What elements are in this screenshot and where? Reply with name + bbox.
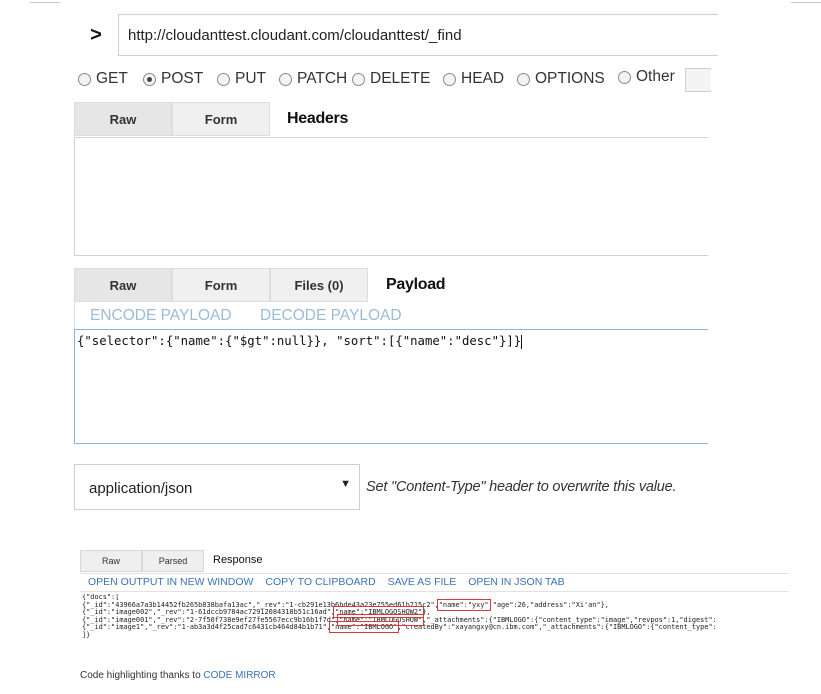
- radio-icon: [443, 72, 456, 86]
- url-bar: >: [74, 14, 718, 56]
- highlighted-name: "name":"IBMLOGOSHOW2": [333, 606, 425, 619]
- tab-payload-raw[interactable]: Raw: [74, 268, 172, 302]
- method-get[interactable]: GET: [78, 66, 128, 92]
- method-other[interactable]: Other: [618, 64, 675, 90]
- headers-tabbar: Raw Form Headers: [74, 102, 708, 136]
- tab-headers-form[interactable]: Form: [172, 102, 270, 136]
- method-put[interactable]: PUT: [217, 66, 266, 92]
- decode-payload-link[interactable]: DECODE PAYLOAD: [260, 307, 402, 325]
- highlighted-name: "name":"yxy": [436, 598, 491, 611]
- tab-headers-raw[interactable]: Raw: [74, 102, 172, 136]
- radio-icon: [279, 72, 292, 86]
- tab-payload-files[interactable]: Files (0): [270, 268, 368, 302]
- payload-tabbar: Raw Form Files (0) Payload: [74, 268, 708, 302]
- payload-editor[interactable]: {"selector":{"name":{"$gt":null}}, "sort…: [74, 329, 708, 444]
- content-type-select[interactable]: application/json ▼: [74, 464, 360, 510]
- encode-payload-link[interactable]: ENCODE PAYLOAD: [90, 307, 232, 325]
- open-output-link[interactable]: OPEN OUTPUT IN NEW WINDOW: [88, 576, 253, 588]
- top-right-divider: [791, 2, 821, 3]
- radio-icon: [352, 72, 365, 86]
- method-delete[interactable]: DELETE: [352, 66, 430, 92]
- url-input[interactable]: [118, 14, 718, 56]
- method-patch[interactable]: PATCH: [279, 66, 347, 92]
- payload-actions: ENCODE PAYLOAD DECODE PAYLOAD: [74, 302, 708, 331]
- save-file-link[interactable]: SAVE AS FILE: [388, 576, 457, 588]
- method-selector: GET POST PUT PATCH DELETE HEAD OPTIONS O…: [78, 66, 718, 92]
- response-code: {"docs":[{"_id":"43966a7a3b14452fb265b83…: [82, 594, 789, 666]
- radio-icon: [78, 72, 91, 86]
- text-cursor: [521, 334, 523, 349]
- method-post[interactable]: POST: [143, 66, 203, 92]
- open-json-tab-link[interactable]: OPEN IN JSON TAB: [468, 576, 564, 588]
- payload-text: {"selector":{"name":{"$gt":null}}, "sort…: [77, 334, 522, 348]
- payload-title: Payload: [386, 276, 446, 293]
- code-line: ]}: [82, 630, 91, 639]
- method-head[interactable]: HEAD: [443, 66, 504, 92]
- tab-payload-form[interactable]: Form: [172, 268, 270, 302]
- radio-icon: [217, 72, 230, 86]
- highlighted-name: "name":"IBMLOGO": [328, 621, 400, 634]
- dropdown-caret-icon: ▼: [340, 478, 351, 490]
- response-footer: Code highlighting thanks to CODE MIRROR: [80, 670, 276, 681]
- radio-icon: [517, 72, 530, 86]
- codemirror-link[interactable]: CODE MIRROR: [203, 670, 275, 681]
- content-type-hint: Set "Content-Type" header to overwrite t…: [366, 479, 677, 495]
- headers-title: Headers: [287, 110, 349, 127]
- tab-response-raw[interactable]: Raw: [80, 550, 142, 572]
- radio-checked-icon: [143, 72, 156, 86]
- response-title: Response: [213, 554, 263, 566]
- other-method-input[interactable]: [685, 68, 711, 92]
- copy-clipboard-link[interactable]: COPY TO CLIPBOARD: [265, 576, 375, 588]
- method-options[interactable]: OPTIONS: [517, 66, 605, 92]
- tab-response-parsed[interactable]: Parsed: [142, 550, 204, 572]
- response-actions: OPEN OUTPUT IN NEW WINDOW COPY TO CLIPBO…: [80, 573, 789, 592]
- code-line: {"_id":"image1","_rev":"1-ab3a3d4f25cad7…: [82, 621, 717, 634]
- response-panel: Raw Parsed Response OPEN OUTPUT IN NEW W…: [80, 546, 789, 684]
- content-type-value: application/json: [89, 480, 193, 497]
- headers-textarea[interactable]: [74, 137, 708, 256]
- radio-icon: [618, 70, 631, 84]
- send-arrow-icon[interactable]: >: [84, 23, 108, 47]
- top-left-divider: [30, 2, 60, 3]
